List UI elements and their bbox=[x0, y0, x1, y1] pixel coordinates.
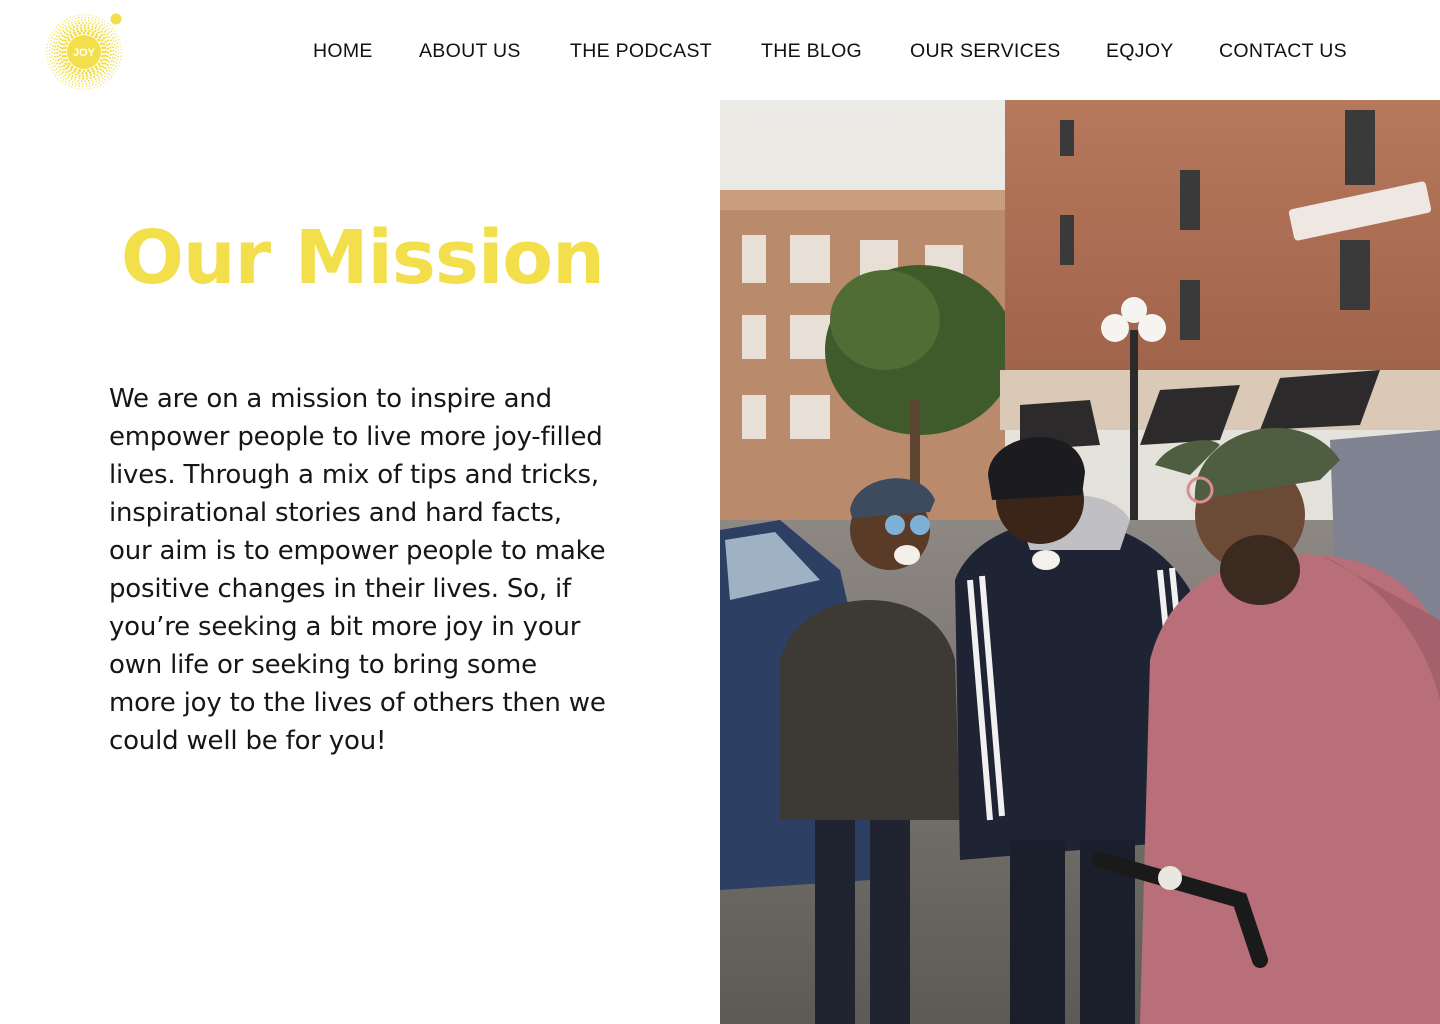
logo[interactable]: JOY bbox=[44, 10, 128, 90]
hero-image bbox=[720, 100, 1440, 1024]
nav-home[interactable]: HOME bbox=[313, 38, 373, 64]
street-photo-icon bbox=[720, 100, 1440, 1024]
logo-accent-dot bbox=[110, 13, 122, 25]
nav-eqjoy[interactable]: EQJOY bbox=[1106, 38, 1174, 64]
nav-contact-us[interactable]: CONTACT US bbox=[1219, 38, 1347, 64]
nav-the-podcast[interactable]: THE PODCAST bbox=[570, 38, 712, 64]
logo-text: JOY bbox=[73, 47, 96, 59]
nav-the-blog[interactable]: THE BLOG bbox=[761, 38, 862, 64]
page-title: Our Mission bbox=[121, 215, 605, 301]
nav-our-services[interactable]: OUR SERVICES bbox=[910, 38, 1061, 64]
nav-about-us[interactable]: ABOUT US bbox=[419, 38, 521, 64]
sunburst-logo-icon: JOY bbox=[46, 13, 122, 90]
mission-paragraph: We are on a mission to inspire and empow… bbox=[109, 384, 606, 756]
